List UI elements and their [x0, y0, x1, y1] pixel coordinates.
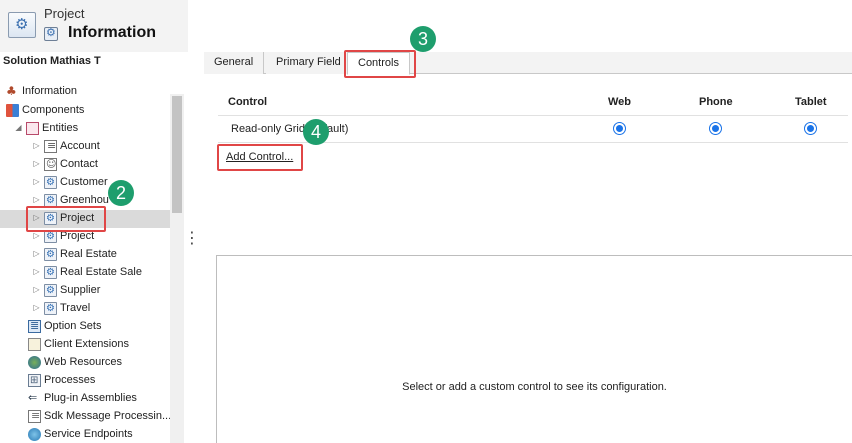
tree-item-label: Information	[22, 85, 78, 97]
collapsed-arrow-icon[interactable]: ▷	[32, 173, 41, 191]
tree-item-real-estate[interactable]: ▷ Real Estate	[32, 245, 117, 264]
tree-item-web-resources[interactable]: Web Resources	[28, 353, 122, 371]
tree-item-supplier[interactable]: ▷ Supplier	[32, 281, 101, 300]
tree-item-label: Entities	[42, 122, 79, 134]
processes-icon	[28, 372, 41, 390]
control-name: Read-only Grid (default)	[231, 123, 349, 135]
solution-name: Solution Mathias T	[3, 55, 101, 67]
column-header-control: Control	[228, 96, 268, 108]
tree-item-label: Web Resources	[44, 356, 123, 368]
entity-label: Project	[44, 6, 85, 21]
column-header-tablet: Tablet	[795, 96, 827, 108]
tree-item-travel[interactable]: ▷ Travel	[32, 299, 91, 318]
tab-general[interactable]: General	[204, 52, 265, 74]
contact-icon	[44, 156, 57, 174]
sdk-message-icon	[28, 407, 41, 425]
entity-icon	[44, 192, 57, 210]
tree-item-real-estate-sale[interactable]: ▷ Real Estate Sale	[32, 263, 142, 282]
tree-item-label: Components	[22, 104, 85, 116]
entity-icon	[44, 300, 57, 318]
highlight-box-controls-tab	[344, 50, 416, 78]
service-endpoints-icon	[28, 427, 41, 441]
column-header-phone: Phone	[699, 96, 733, 108]
tree-item-service-endpoints[interactable]: Service Endpoints	[28, 425, 133, 443]
tab-primary-field[interactable]: Primary Field	[266, 52, 352, 74]
controls-grid-header: Control Web Phone Tablet	[218, 86, 848, 116]
entities-icon	[26, 121, 39, 135]
main-pane: General Primary Field Controls Control W…	[204, 52, 852, 443]
tree-item-processes[interactable]: Processes	[28, 371, 96, 390]
tree-item-label: Contact	[60, 158, 98, 170]
page-title: Information	[68, 24, 156, 41]
tree-item-label: Sdk Message Processin...	[44, 410, 172, 422]
sidebar-scrollbar-thumb[interactable]	[172, 96, 182, 213]
tree-item-label: Account	[60, 140, 100, 152]
callout-badge-2: 2	[108, 180, 134, 206]
tree-item-label: Real Estate	[60, 248, 117, 260]
tree-item-label: Processes	[44, 374, 96, 386]
tree-item-account[interactable]: ▷ Account	[32, 137, 100, 155]
tablet-radio-button[interactable]	[804, 122, 817, 135]
tree-item-option-sets[interactable]: Option Sets	[28, 317, 101, 335]
tree-item-sdk-message-processing[interactable]: Sdk Message Processin...	[28, 407, 171, 425]
tree-item-label: Customer	[60, 176, 108, 188]
tree-item-entities[interactable]: ◢ Entities	[14, 119, 78, 137]
tree-item-components[interactable]: Components	[6, 101, 84, 119]
tree-item-information[interactable]: Information	[6, 82, 77, 100]
form-info-icon	[44, 26, 58, 41]
callout-badge-3: 3	[410, 26, 436, 52]
tree-item-plugin-assemblies[interactable]: Plug-in Assemblies	[28, 389, 137, 407]
tree-item-label: Supplier	[60, 284, 101, 296]
control-configuration-panel: Select or add a custom control to see it…	[216, 255, 852, 443]
plugin-icon	[28, 389, 41, 407]
tree-item-label: Plug-in Assemblies	[44, 392, 137, 404]
tree-item-label: Option Sets	[44, 320, 102, 332]
web-radio-button[interactable]	[613, 122, 626, 135]
collapsed-arrow-icon[interactable]: ▷	[32, 137, 41, 155]
collapsed-arrow-icon[interactable]: ▷	[32, 263, 41, 281]
collapsed-arrow-icon[interactable]: ▷	[32, 155, 41, 173]
collapsed-arrow-icon[interactable]: ▷	[32, 281, 41, 299]
tree-item-client-extensions[interactable]: Client Extensions	[28, 335, 129, 353]
solution-explorer: Solution Mathias T Information Component…	[0, 52, 200, 443]
expanded-arrow-icon[interactable]: ◢	[14, 119, 23, 137]
phone-radio-button[interactable]	[709, 122, 722, 135]
highlight-box-add-control	[217, 144, 303, 171]
highlight-box-project	[26, 206, 106, 232]
tab-bar: General Primary Field Controls	[204, 52, 852, 75]
client-extensions-icon	[28, 337, 41, 351]
callout-badge-4: 4	[303, 119, 329, 145]
tree-item-label: Client Extensions	[44, 338, 129, 350]
entity-icon	[44, 246, 57, 264]
account-icon	[44, 137, 57, 155]
collapsed-arrow-icon[interactable]: ▷	[32, 299, 41, 317]
tree-item-label: Service Endpoints	[44, 428, 133, 440]
information-icon	[6, 82, 19, 100]
entity-icon	[44, 264, 57, 282]
entity-icon	[44, 174, 57, 192]
column-header-web: Web	[608, 96, 632, 108]
tree-item-label: Real Estate Sale	[60, 266, 142, 278]
collapsed-arrow-icon[interactable]: ▷	[32, 245, 41, 263]
web-resources-icon	[28, 355, 41, 369]
tree-item-customer[interactable]: ▷ Customer	[32, 173, 108, 192]
tree-item-contact[interactable]: ▷ Contact	[32, 155, 98, 174]
components-icon	[6, 103, 19, 117]
pane-splitter-handle[interactable]	[184, 228, 200, 250]
entity-gear-icon	[8, 12, 36, 38]
entity-icon	[44, 282, 57, 300]
option-sets-icon	[28, 317, 41, 335]
configuration-placeholder-message: Select or add a custom control to see it…	[402, 381, 667, 393]
tree-item-label: Travel	[60, 302, 91, 314]
form-header: Project Information	[0, 0, 188, 52]
